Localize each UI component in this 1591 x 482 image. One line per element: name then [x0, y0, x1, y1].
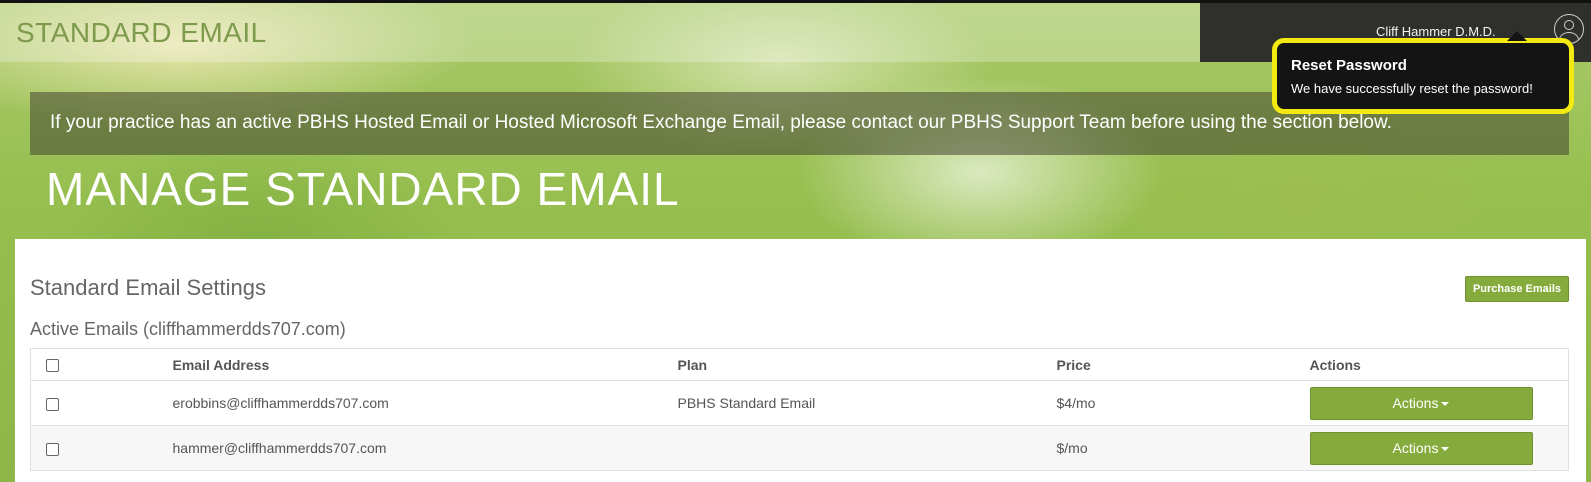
settings-title: Standard Email Settings — [30, 275, 267, 300]
page-heading: MANAGE STANDARD EMAIL — [46, 163, 680, 215]
site-title: STANDARD EMAIL — [16, 17, 267, 48]
email-price: $/mo — [1056, 425, 1310, 471]
actions-dropdown-button[interactable]: Actions — [1309, 386, 1533, 420]
toast-title: Reset Password — [1291, 57, 1407, 74]
row-checkbox[interactable] — [46, 397, 59, 411]
column-header-email: Email Address — [172, 348, 678, 381]
settings-panel: Standard Email Settings Purchase Emails … — [15, 239, 1586, 482]
email-address: erobbins@cliffhammerdds707.com — [172, 380, 678, 426]
email-plan: PBHS Standard Email — [677, 380, 1057, 426]
column-header-plan: Plan — [677, 348, 1057, 381]
user-name[interactable]: Cliff Hammer D.M.D. — [1376, 24, 1496, 39]
toast-message: We have successfully reset the password! — [1291, 81, 1533, 96]
email-plan — [677, 425, 1057, 471]
purchase-emails-button[interactable]: Purchase Emails — [1465, 276, 1569, 302]
toast-pointer — [1507, 31, 1527, 41]
emails-table: Email Address Plan Price Actions erobbin… — [30, 348, 1569, 471]
table-header-row: Email Address Plan Price Actions — [30, 348, 1569, 381]
column-header-price: Price — [1056, 348, 1310, 381]
table-row: hammer@cliffhammerdds707.com $/mo Action… — [30, 425, 1569, 471]
select-all-checkbox[interactable] — [46, 359, 59, 373]
caret-down-icon — [1441, 446, 1450, 451]
column-header-actions: Actions — [1309, 348, 1569, 381]
email-address: hammer@cliffhammerdds707.com — [172, 425, 678, 471]
email-price: $4/mo — [1056, 380, 1310, 426]
actions-dropdown-button[interactable]: Actions — [1309, 431, 1533, 465]
active-emails-title: Active Emails (cliffhammerdds707.com) — [30, 319, 346, 339]
reset-password-toast: Reset Password We have successfully rese… — [1272, 31, 1574, 114]
caret-down-icon — [1441, 401, 1450, 406]
actions-label: Actions — [1392, 439, 1439, 456]
actions-label: Actions — [1392, 394, 1439, 411]
table-row: erobbins@cliffhammerdds707.com PBHS Stan… — [30, 380, 1569, 426]
row-checkbox[interactable] — [46, 442, 59, 456]
